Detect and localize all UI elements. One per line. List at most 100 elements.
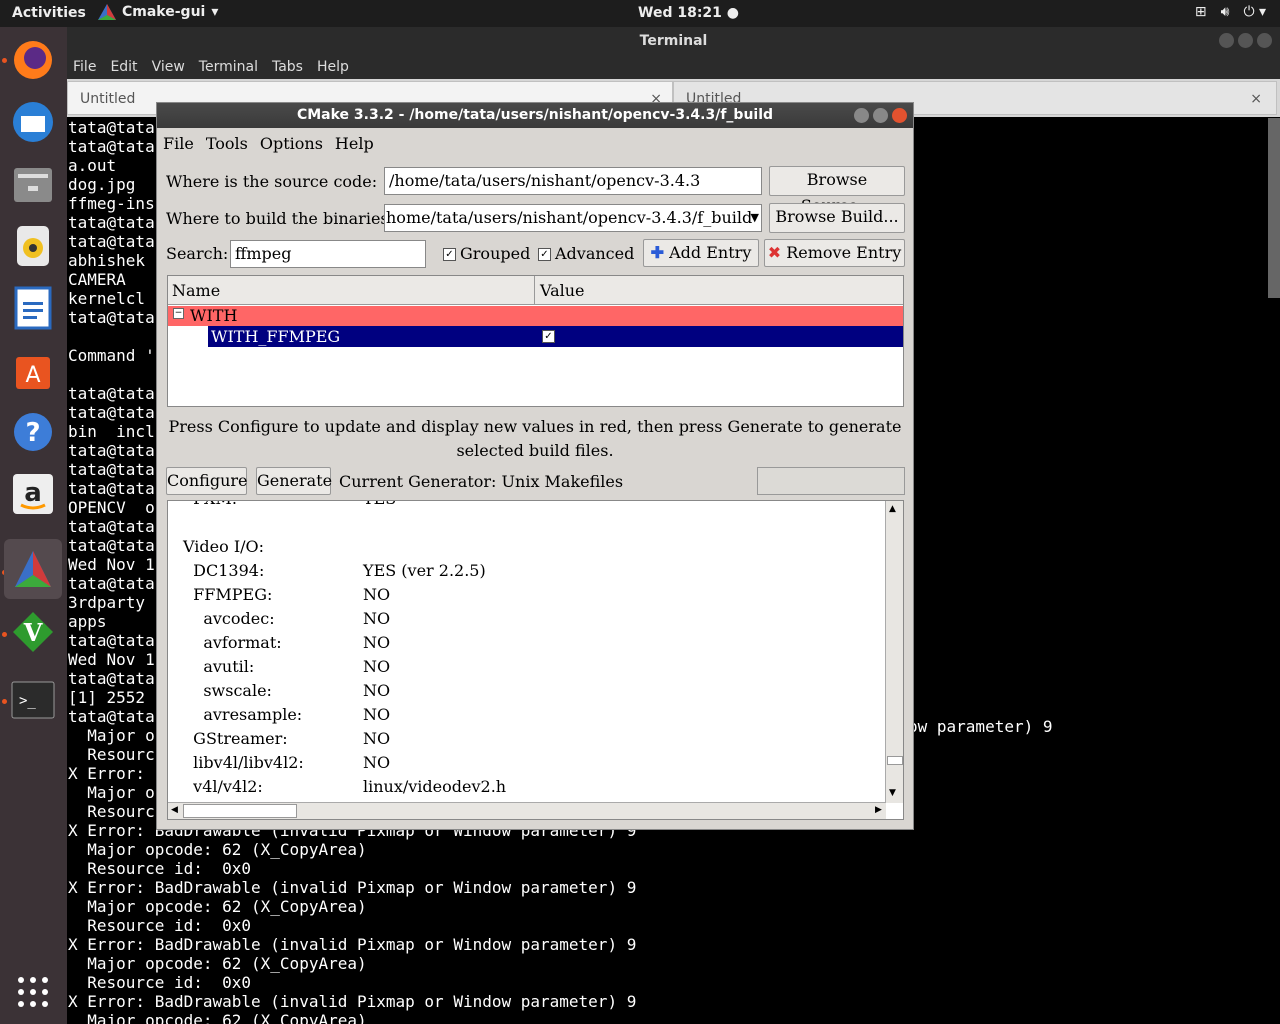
maximize-button[interactable] xyxy=(1238,33,1253,48)
cmake-icon[interactable] xyxy=(4,539,62,599)
scroll-right-icon[interactable]: ▶ xyxy=(875,805,882,815)
remove-entry-button[interactable]: ✖ Remove Entry xyxy=(764,239,905,267)
vim-icon[interactable]: V xyxy=(8,607,58,657)
chevron-down-icon[interactable]: ▼ xyxy=(751,205,759,231)
thunderbird-icon[interactable] xyxy=(8,97,58,147)
scroll-thumb[interactable] xyxy=(887,756,903,765)
minimize-button[interactable] xyxy=(854,108,869,123)
running-indicator xyxy=(2,58,7,63)
top-bar: Activities Cmake-gui ▾ Wed 18:21 ● ⊞ 🔊︎ … xyxy=(0,0,1280,27)
app-name: Cmake-gui xyxy=(122,4,206,20)
add-entry-label: Add Entry xyxy=(669,243,752,262)
tree-group-row[interactable]: − WITH xyxy=(168,306,903,326)
horizontal-scrollbar[interactable]: ◀ ▶ xyxy=(168,802,886,819)
terminal-menubar: File Edit View Terminal Tabs Help xyxy=(67,55,1280,79)
advanced-label: Advanced xyxy=(555,244,635,263)
log-key: avformat: xyxy=(183,633,282,652)
plus-icon: ✚ xyxy=(650,243,665,262)
menu-tabs[interactable]: Tabs xyxy=(272,55,303,79)
power-icon: ⏻ ▾ xyxy=(1243,4,1266,20)
log-value: linux/videodev2.h xyxy=(363,777,507,796)
search-input[interactable]: ffmpeg xyxy=(230,240,426,268)
log-key: swscale: xyxy=(183,681,272,700)
menu-file[interactable]: File xyxy=(73,55,96,79)
column-value[interactable]: Value xyxy=(540,281,585,300)
running-indicator xyxy=(2,632,7,637)
scroll-up-icon[interactable]: ▲ xyxy=(889,504,896,514)
column-name[interactable]: Name xyxy=(172,281,220,300)
advanced-checkbox[interactable]: ✓ Advanced xyxy=(538,244,634,263)
close-button[interactable] xyxy=(1257,33,1272,48)
terminal-icon[interactable]: >_ xyxy=(8,675,58,725)
menu-view[interactable]: View xyxy=(152,55,185,79)
check-icon: ✓ xyxy=(538,248,551,261)
remove-entry-label: Remove Entry xyxy=(786,243,902,262)
entry-value-checkbox[interactable]: ✓ xyxy=(542,330,555,343)
files-icon[interactable] xyxy=(8,159,58,209)
chevron-down-icon: ▾ xyxy=(211,4,219,20)
log-value: NO xyxy=(363,585,391,604)
collapse-icon[interactable]: − xyxy=(173,308,184,319)
maximize-button[interactable] xyxy=(873,108,888,123)
terminal-line: Major opcode: 62 (X_CopyArea) xyxy=(68,840,367,859)
grouped-checkbox[interactable]: ✓ Grouped xyxy=(443,244,530,263)
log-key: PXM: xyxy=(183,501,237,508)
scroll-thumb[interactable] xyxy=(183,804,297,818)
close-button[interactable] xyxy=(892,108,907,123)
terminal-line: Major opcode: 62 (X_CopyArea) xyxy=(68,1011,367,1024)
vertical-scrollbar[interactable]: ▲ ▼ xyxy=(885,501,903,803)
amazon-icon[interactable]: a xyxy=(8,469,58,519)
rhythmbox-icon[interactable] xyxy=(8,221,58,271)
terminal-lines-bottom: X Error: BadDrawable (invalid Pixmap or … xyxy=(68,821,636,1024)
terminal-line: X Error: BadDrawable (invalid Pixmap or … xyxy=(68,878,637,897)
log-value: NO xyxy=(363,729,391,748)
add-entry-button[interactable]: ✚ Add Entry xyxy=(643,239,759,267)
cache-tree[interactable]: Name Value − WITH WITH_FFMPEG ✓ xyxy=(167,275,904,407)
generate-button[interactable]: Generate xyxy=(256,467,332,495)
terminal-line: X Error: BadDrawable (invalid Pixmap or … xyxy=(68,992,637,1011)
build-value: home/tata/users/nishant/opencv-3.4.3/f_b… xyxy=(386,208,753,227)
log-key: DC1394: xyxy=(183,561,265,580)
build-field[interactable]: home/tata/users/nishant/opencv-3.4.3/f_b… xyxy=(384,204,762,232)
source-field[interactable]: /home/tata/users/nishant/opencv-3.4.3 xyxy=(384,167,762,195)
log-value: NO xyxy=(363,705,391,724)
app-menu[interactable]: Cmake-gui ▾ xyxy=(98,4,218,20)
log-key: Video I/O: xyxy=(183,537,265,556)
volume-icon: 🔊︎ xyxy=(1220,4,1230,20)
cmake-icon xyxy=(98,4,116,20)
menu-help[interactable]: Help xyxy=(335,134,374,153)
configure-button[interactable]: Configure xyxy=(166,467,248,495)
scroll-down-icon[interactable]: ▼ xyxy=(889,788,896,798)
group-name: WITH xyxy=(190,306,238,325)
system-tray[interactable]: ⊞ 🔊︎ ⏻ ▾ xyxy=(1195,4,1266,20)
output-log[interactable]: PXM: YES Video I/O: DC1394: YES (ver 2.2.5)… xyxy=(167,500,904,820)
window-controls xyxy=(1219,33,1272,48)
column-divider xyxy=(534,276,535,304)
apps-grid-icon[interactable] xyxy=(8,967,58,1017)
tree-entry-row[interactable]: WITH_FFMPEG ✓ xyxy=(208,326,903,347)
software-icon[interactable]: A xyxy=(8,345,58,395)
log-value: YES (ver 2.2.5) xyxy=(363,561,486,580)
menu-edit[interactable]: Edit xyxy=(110,55,137,79)
activities-button[interactable]: Activities xyxy=(12,5,86,21)
menu-help[interactable]: Help xyxy=(317,55,349,79)
menu-file[interactable]: File xyxy=(163,134,194,153)
entry-name: WITH_FFMPEG xyxy=(211,327,341,346)
menu-terminal[interactable]: Terminal xyxy=(199,55,258,79)
clock[interactable]: Wed 18:21 ● xyxy=(638,5,739,21)
close-icon[interactable]: × xyxy=(1250,82,1262,116)
log-key: avutil: xyxy=(183,657,255,676)
firefox-icon[interactable] xyxy=(8,35,58,85)
log-value: NO xyxy=(363,681,391,700)
minimize-button[interactable] xyxy=(1219,33,1234,48)
terminal-line-fragment: ow parameter) 9 xyxy=(908,717,1053,736)
menu-options[interactable]: Options xyxy=(260,134,323,153)
help-icon[interactable]: ? xyxy=(8,407,58,457)
browse-build-button[interactable]: Browse Build... xyxy=(769,203,905,233)
writer-icon[interactable] xyxy=(8,283,58,333)
browse-source-button[interactable]: Browse Source... xyxy=(769,166,905,215)
scroll-left-icon[interactable]: ◀ xyxy=(171,805,178,815)
menu-tools[interactable]: Tools xyxy=(206,134,248,153)
terminal-scrollbar[interactable] xyxy=(1268,118,1280,298)
network-icon: ⊞ xyxy=(1194,4,1207,20)
